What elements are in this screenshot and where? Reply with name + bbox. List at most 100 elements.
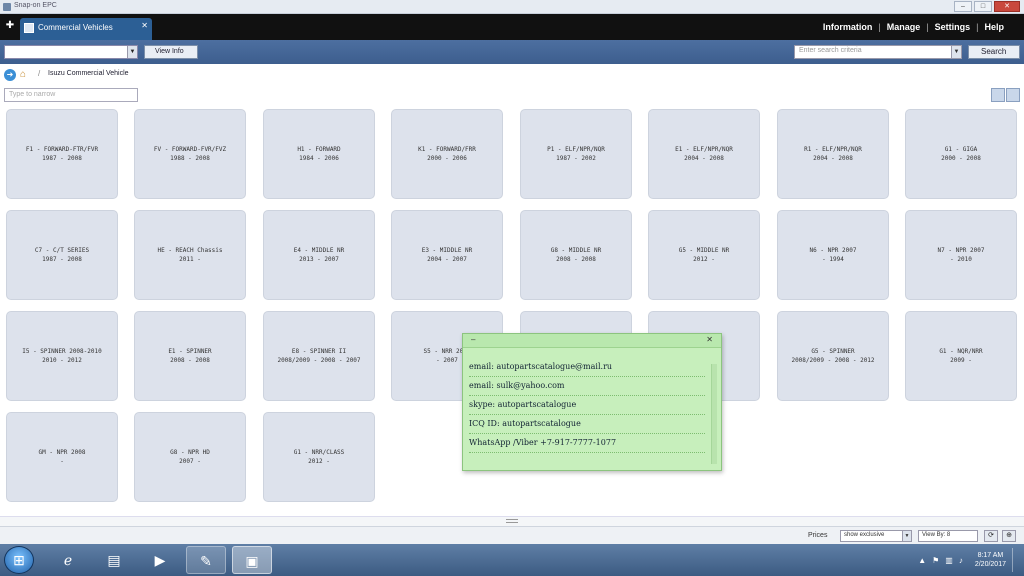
menu-settings[interactable]: Settings <box>935 22 971 32</box>
menu-separator: | <box>926 22 929 32</box>
tray-arrow-icon[interactable]: ▲ <box>918 556 926 565</box>
clock[interactable]: 8:17 AM 2/20/2017 <box>975 551 1006 569</box>
contact-line: skype: autopartscatalogue <box>469 396 705 415</box>
menu-separator: | <box>878 22 881 32</box>
vehicle-model-tile[interactable]: C7 - C/T SERIES 1987 - 2008 <box>6 210 118 300</box>
vehicle-model-tile[interactable]: G8 - MIDDLE NR 2008 - 2008 <box>520 210 632 300</box>
folder-icon[interactable]: ▤ <box>94 546 134 574</box>
system-tray: ▲ ⚑ ▥ ♪ 8:17 AM 2/20/2017 <box>918 548 1020 572</box>
view-info-button[interactable]: View Info <box>144 45 198 59</box>
view-toggle <box>991 88 1020 102</box>
vehicle-model-tile[interactable]: E1 - ELF/NPR/NQR 2004 - 2008 <box>648 109 760 199</box>
media-player-icon[interactable]: ▶ <box>140 546 180 574</box>
chevron-down-icon[interactable]: ▼ <box>951 46 961 58</box>
view-by-select[interactable]: View By: 8 <box>918 530 978 542</box>
vehicle-model-tile[interactable]: I5 - SPINNER 2008-2010 2010 - 2012 <box>6 311 118 401</box>
contact-line: email: sulk@yahoo.com <box>469 377 705 396</box>
contact-line: ICQ ID: autopartscatalogue <box>469 415 705 434</box>
add-tab-icon[interactable]: ✚ <box>4 20 16 32</box>
splitter-grip[interactable] <box>506 519 518 523</box>
contact-line: email: autopartscatalogue@mail.ru <box>469 358 705 377</box>
vehicle-model-tile[interactable]: G5 - SPINNER 2008/2009 - 2008 - 2012 <box>777 311 889 401</box>
navigate-icon[interactable]: ➜ <box>4 69 16 81</box>
window-title: Snap-on EPC <box>14 2 57 9</box>
clock-date: 2/20/2017 <box>974 561 1006 568</box>
menu-information[interactable]: Information <box>823 22 873 32</box>
panel-splitter[interactable] <box>0 516 1024 526</box>
refresh-icon[interactable]: ⟳ <box>984 530 998 542</box>
vehicle-model-tile[interactable]: F1 - FORWARD-FTR/FVR 1987 - 2008 <box>6 109 118 199</box>
zoom-icon[interactable]: ⊕ <box>1002 530 1016 542</box>
vehicle-model-tile[interactable]: HE - REACH Chassis 2011 - <box>134 210 246 300</box>
close-button[interactable]: ✕ <box>994 1 1020 12</box>
vehicle-model-tile[interactable]: E4 - MIDDLE NR 2013 - 2007 <box>263 210 375 300</box>
menu-help[interactable]: Help <box>984 22 1004 32</box>
vehicle-model-tile[interactable]: E3 - MIDDLE NR 2004 - 2007 <box>391 210 503 300</box>
vehicle-model-tile[interactable]: G5 - MIDDLE NR 2012 - <box>648 210 760 300</box>
maximize-button[interactable]: □ <box>974 1 992 12</box>
list-view-icon[interactable] <box>1006 88 1020 102</box>
clock-time: 8:17 AM <box>977 552 1004 559</box>
vehicle-model-tile[interactable]: GM - NPR 2008 - <box>6 412 118 502</box>
volume-icon[interactable]: ♪ <box>959 556 963 565</box>
vehicle-model-tile[interactable]: N6 - NPR 2007 - 1994 <box>777 210 889 300</box>
show-desktop-button[interactable] <box>1012 548 1020 572</box>
breadcrumb: ➜ ⌂ / Isuzu Commercial Vehicle <box>0 66 1024 84</box>
popup-scrollbar[interactable] <box>711 364 717 464</box>
contact-popup: – ✕ email: autopartscatalogue@mail.ru em… <box>462 333 722 471</box>
filter-row: Type to narrow <box>0 86 1024 104</box>
toolbar: ▼ View Info Enter search criteria ▼ Sear… <box>0 40 1024 64</box>
popup-minimize-icon[interactable]: – <box>471 335 475 344</box>
breadcrumb-current[interactable]: Isuzu Commercial Vehicle <box>48 70 129 77</box>
internet-explorer-icon[interactable]: ℯ <box>48 546 88 574</box>
top-menu: Information | Manage | Settings | Help <box>823 22 1004 32</box>
search-input[interactable]: Enter search criteria ▼ <box>794 45 962 59</box>
search-placeholder: Enter search criteria <box>799 47 862 54</box>
vehicle-model-tile[interactable]: E1 - SPINNER 2008 - 2008 <box>134 311 246 401</box>
tab-icon <box>24 23 34 33</box>
price-select-value: show exclusive <box>844 532 885 538</box>
price-select[interactable]: show exclusive ▼ <box>840 530 912 542</box>
minimize-button[interactable]: – <box>954 1 972 12</box>
vehicle-model-tile[interactable]: P1 - ELF/NPR/NQR 1987 - 2002 <box>520 109 632 199</box>
contact-list: email: autopartscatalogue@mail.ru email:… <box>469 358 705 453</box>
vehicle-model-tile[interactable]: N7 - NPR 2007 - 2010 <box>905 210 1017 300</box>
window-controls: – □ ✕ <box>954 1 1020 12</box>
vehicle-model-tile[interactable]: H1 - FORWARD 1984 - 2006 <box>263 109 375 199</box>
filter-input[interactable]: Type to narrow <box>4 88 138 102</box>
tab-commercial-vehicles[interactable]: Commercial Vehicles ✕ <box>20 18 152 40</box>
epc-app-icon[interactable]: ✎ <box>186 546 226 574</box>
menubar: ✚ Commercial Vehicles ✕ Information | Ma… <box>0 14 1024 40</box>
network-icon[interactable]: ▥ <box>945 556 953 565</box>
tile-view-icon[interactable] <box>991 88 1005 102</box>
app-icon <box>3 3 11 11</box>
vehicle-model-tile[interactable]: G8 - NPR HD 2007 - <box>134 412 246 502</box>
start-button[interactable]: ⊞ <box>4 546 34 574</box>
vehicle-model-tile[interactable]: R1 - ELF/NPR/NQR 2004 - 2008 <box>777 109 889 199</box>
popup-close-icon[interactable]: ✕ <box>706 335 713 344</box>
vehicle-model-tile[interactable]: FV - FORWARD-FVR/FVZ 1988 - 2008 <box>134 109 246 199</box>
vehicle-model-tile[interactable]: G1 - GIGA 2000 - 2008 <box>905 109 1017 199</box>
chevron-down-icon[interactable]: ▼ <box>127 46 137 58</box>
flag-icon[interactable]: ⚑ <box>932 556 939 565</box>
tab-label: Commercial Vehicles <box>38 23 113 32</box>
breadcrumb-separator: / <box>38 69 41 78</box>
vehicle-model-tile[interactable]: G1 - NRR/CLASS 2012 - <box>263 412 375 502</box>
tab-close-icon[interactable]: ✕ <box>141 21 148 30</box>
window-titlebar: Snap-on EPC – □ ✕ <box>0 0 1024 14</box>
search-button[interactable]: Search <box>968 45 1020 59</box>
menu-separator: | <box>976 22 979 32</box>
prices-label: Prices <box>808 532 828 539</box>
menu-manage[interactable]: Manage <box>887 22 921 32</box>
statusbar: Prices show exclusive ▼ View By: 8 ⟳ ⊕ <box>0 526 1024 544</box>
catalog-combo[interactable]: ▼ <box>4 45 138 59</box>
filter-placeholder: Type to narrow <box>9 91 56 98</box>
vehicle-model-tile[interactable]: G1 - NQR/NRR 2009 - <box>905 311 1017 401</box>
active-window-icon[interactable]: ▣ <box>232 546 272 574</box>
taskbar: ⊞ ℯ ▤ ▶ ✎ ▣ ▲ ⚑ ▥ ♪ 8:17 AM 2/20/2017 <box>0 544 1024 576</box>
contact-line: WhatsApp /Viber +7-917-7777-1077 <box>469 434 705 453</box>
chevron-down-icon[interactable]: ▼ <box>902 531 911 541</box>
vehicle-model-tile[interactable]: E8 - SPINNER II 2008/2009 - 2008 - 2007 <box>263 311 375 401</box>
vehicle-model-tile[interactable]: K1 - FORWARD/FRR 2000 - 2006 <box>391 109 503 199</box>
home-icon[interactable]: ⌂ <box>20 69 32 81</box>
